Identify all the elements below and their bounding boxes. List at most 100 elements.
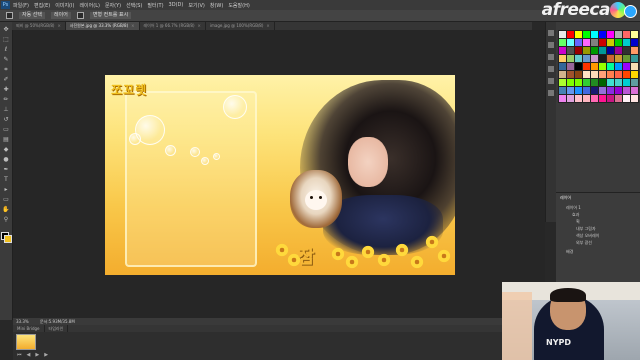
flower-decoration — [361, 245, 375, 259]
blur-tool-icon[interactable]: ◆ — [2, 146, 10, 153]
flower-decoration — [425, 235, 439, 249]
artwork-title: 쪼꼬렛 — [111, 83, 148, 97]
menu-help[interactable]: 도움말(H) — [228, 2, 249, 9]
history-panel-icon[interactable] — [548, 30, 554, 36]
menu-window[interactable]: 창(W) — [210, 2, 223, 9]
flower-decoration — [331, 247, 345, 261]
close-icon[interactable]: × — [266, 23, 269, 28]
history-brush-tool-icon[interactable]: ↺ — [2, 116, 10, 123]
marquee-tool-icon[interactable]: ⬚ — [2, 36, 10, 43]
menu-select[interactable]: 선택(S) — [126, 2, 142, 9]
eyedropper-tool-icon[interactable]: ✐ — [2, 76, 10, 83]
doc-tab-active[interactable]: 사진원본.jpg @ 33.3% (RGB/8) × — [65, 22, 140, 30]
auto-select-checkbox[interactable] — [6, 12, 13, 19]
doc-tab[interactable]: image.jpg @ 100%(RGB/8) × — [206, 22, 275, 30]
eraser-tool-icon[interactable]: ▭ — [2, 126, 10, 133]
zoom-level[interactable]: 33.3% — [16, 319, 29, 324]
menu-layer[interactable]: 레이어(L) — [79, 2, 100, 9]
menu-view[interactable]: 보기(V) — [188, 2, 205, 9]
document-canvas[interactable]: 쪼꼬렛 잠 — [105, 75, 455, 275]
flower-decoration — [395, 243, 409, 257]
type-tool-icon[interactable]: T — [2, 176, 10, 183]
document-info: 문서:5.93M/35.8M — [40, 319, 75, 324]
first-frame-icon[interactable]: ⏮ — [17, 352, 22, 358]
close-icon[interactable]: × — [57, 23, 60, 28]
color-swatch[interactable] — [630, 94, 639, 103]
panel-icon-strip — [545, 22, 556, 222]
layer-effect-row[interactable]: 외부 광선 — [576, 240, 592, 246]
hand-tool-icon[interactable]: ✋ — [2, 206, 10, 213]
menu-edit[interactable]: 편집(E) — [34, 2, 50, 9]
info-panel-icon[interactable] — [548, 54, 554, 60]
gradient-tool-icon[interactable]: ▤ — [2, 136, 10, 143]
character-panel-icon[interactable] — [548, 66, 554, 72]
doc-tab-label: image.jpg @ 100%(RGB/8) — [209, 23, 264, 28]
close-icon[interactable]: × — [131, 23, 134, 28]
doc-tab-label: 찌비 @ 50%(RGB/8) — [16, 23, 55, 28]
pen-tool-icon[interactable]: ✒ — [2, 166, 10, 173]
webcam-streamer-hair — [550, 288, 586, 302]
brush-panel-icon[interactable] — [548, 90, 554, 96]
puppy-eye — [319, 196, 322, 199]
brush-tool-icon[interactable]: ✏ — [2, 96, 10, 103]
layer-effect-row[interactable]: 획 — [576, 219, 580, 225]
path-select-tool-icon[interactable]: ▸ — [2, 186, 10, 193]
layer-dropdown[interactable]: 레이어 — [51, 12, 71, 19]
properties-panel-icon[interactable] — [548, 42, 554, 48]
bubble-decoration — [129, 133, 141, 145]
flower-decoration — [377, 253, 391, 267]
bottom-panel-tabs: Mini Bridge 타임라인 — [13, 325, 545, 332]
quick-select-tool-icon[interactable]: ✎ — [2, 56, 10, 63]
lasso-tool-icon[interactable]: ℓ — [2, 46, 10, 53]
tab-timeline[interactable]: 타임라인 — [45, 325, 69, 332]
healing-brush-tool-icon[interactable]: ✚ — [2, 86, 10, 93]
layers-panel-header[interactable]: 레이어 — [560, 195, 571, 201]
flower-decoration — [345, 255, 359, 269]
timeline-panel: ⏮ ◀ ▶ ▶ — [13, 332, 545, 360]
menu-file[interactable]: 파일(F) — [13, 2, 29, 9]
tab-mini-bridge[interactable]: Mini Bridge — [13, 325, 45, 332]
doc-tab[interactable]: 찌비 @ 50%(RGB/8) × — [12, 22, 66, 30]
layers-panel: 레이어 레이어 1 효과 획 내부 그림자 색상 오버레이 외부 광선 배경 — [556, 192, 640, 283]
clone-stamp-tool-icon[interactable]: ⊥ — [2, 106, 10, 113]
afreeca-badge-icon — [624, 5, 637, 18]
background-color-swatch[interactable] — [4, 235, 12, 243]
crop-tool-icon[interactable]: ⌗ — [2, 66, 10, 73]
menu-type[interactable]: 문자(Y) — [105, 2, 121, 9]
dodge-tool-icon[interactable]: ● — [2, 156, 10, 163]
auto-select-label[interactable]: 자동 선택 — [19, 12, 45, 19]
bubble-decoration — [213, 153, 220, 160]
menu-3d[interactable]: 3D(D) — [169, 2, 184, 8]
flower-decoration — [410, 255, 424, 269]
layer-row[interactable]: 레이어 1 — [566, 205, 581, 211]
play-icon[interactable]: ▶ — [35, 352, 39, 358]
transform-controls-label[interactable]: 변형 컨트롤 표시 — [89, 12, 132, 19]
artwork-caption: 잠 — [298, 247, 315, 268]
move-tool-icon[interactable]: ✥ — [2, 26, 10, 33]
layer-row[interactable]: 배경 — [566, 249, 573, 255]
doc-tab[interactable]: 레이어 1 @ 66.7% (RGB/8) × — [140, 22, 206, 30]
webcam-shirt-print: NYPD — [546, 338, 571, 347]
tools-panel: ✥ ⬚ ℓ ✎ ⌗ ✐ ✚ ✏ ⊥ ↺ ▭ ▤ ◆ ● ✒ T ▸ ▭ ✋ ⚲ — [0, 22, 13, 320]
shape-tool-icon[interactable]: ▭ — [2, 196, 10, 203]
transform-controls-checkbox[interactable] — [76, 12, 84, 19]
doc-tab-label: 레이어 1 @ 66.7% (RGB/8) — [143, 23, 195, 28]
puppy-eye — [310, 196, 313, 199]
menu-image[interactable]: 이미지(I) — [55, 2, 74, 9]
next-frame-icon[interactable]: ▶ — [44, 352, 48, 358]
swatches-panel — [556, 22, 640, 192]
layer-effect-row[interactable]: 색상 오버레이 — [576, 233, 599, 239]
layer-effect-row[interactable]: 내부 그림자 — [576, 226, 596, 232]
paragraph-panel-icon[interactable] — [548, 78, 554, 84]
menu-filter[interactable]: 필터(T) — [147, 2, 163, 9]
prev-frame-icon[interactable]: ◀ — [27, 352, 31, 358]
portrait-face — [348, 137, 388, 187]
timeline-frame-thumbnail[interactable] — [16, 334, 36, 350]
puppy-face — [305, 190, 327, 210]
afreeca-logo: afreeca — [541, 0, 611, 20]
flower-decoration — [437, 249, 451, 263]
zoom-tool-icon[interactable]: ⚲ — [2, 216, 10, 223]
photoshop-logo[interactable]: Ps — [1, 1, 10, 9]
close-icon[interactable]: × — [198, 23, 201, 28]
layer-effect-row[interactable]: 효과 — [572, 212, 579, 218]
